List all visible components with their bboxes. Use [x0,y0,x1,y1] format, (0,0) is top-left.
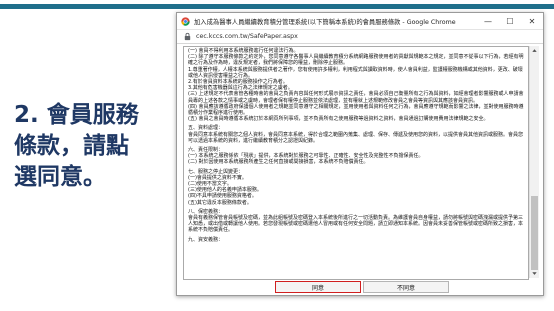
terms-paragraph: 會員有義務保管會員帳號及密碼，並為此組帳號及密碼登入本系統後所進行之一切活動負責… [188,215,524,234]
terms-section-heading: 九、資安義務： [188,236,224,243]
chrome-icon [181,16,190,26]
terms-paragraph: (五)其它違反本服務條款者。 [188,199,252,206]
slide-accent-bar [0,4,554,9]
terms-document[interactable]: (一) 會員不得利用本系統服務進行任何違法行為。 (二) 除了遵守本服務條款之約定… [183,46,529,280]
lock-icon[interactable] [183,32,192,41]
terms-paragraph: (四) 會員應該遵循政府保護個人使用者之規範並同意遵守之相關規定，並用使用者與資… [188,103,524,117]
disagree-button[interactable]: 不同意 [363,281,449,293]
page-content: (一) 會員不得利用本系統服務進行任何違法行為。 (二) 除了遵守本服務條款之約定… [177,44,543,295]
scroll-down-arrow-icon[interactable] [530,269,539,278]
scrollbar-thumb[interactable] [531,196,538,270]
scrollbar[interactable] [529,46,539,278]
terms-paragraph: (二) 對於因使用本系統服務所產生之任何直接或間接損害，本系統不負賠償責任。 [188,159,369,166]
browser-window: 加入成為醫事人員繼續教育積分管理系統(以下簡稱本系統)的會員服務條款 - Goo… [176,12,544,296]
terms-paragraph: 會員同意本系統有關您之個人資料，會員同意本系統，得於合理之範圍內蒐集、處理、保存… [188,131,524,144]
slide-caption: 2. 會員服務 條款，請點 選同意。 [14,102,139,190]
scroll-up-arrow-icon[interactable] [530,46,539,55]
address-bar[interactable]: cec.kccs.com.tw/SafePaper.aspx [177,30,543,44]
minimize-button[interactable]: — [477,13,499,29]
maximize-button[interactable]: ☐ [499,13,521,29]
agree-button[interactable]: 同意 [275,281,361,293]
window-title: 加入成為醫事人員繼續教育積分管理系統(以下簡稱本系統)的會員服務條款 - Goo… [194,18,456,26]
terms-paragraph: (三) 上述規定不代表會管各種時會的會員之負責內容與任何形式展示資訊之責任，會員… [188,91,524,104]
url-text: cec.kccs.com.tw/SafePaper.aspx [196,33,298,40]
terms-paragraph: (二) 除了遵守本服務條款之約定外，您同意遵守各醫事人員繼續教育積分系統網路服務… [188,54,524,67]
title-bar: 加入成為醫事人員繼續教育積分管理系統(以下簡稱本系統)的會員服務條款 - Goo… [177,13,543,30]
terms-paragraph: 1.尊重著作權，人權本系統與服務提供者之著作，您有使用許多權利，利用程式與讀取資… [188,66,523,79]
button-row: 同意 不同意 [177,280,543,295]
terms-text-container: (一) 會員不得利用本系統服務進行任何違法行為。 (二) 除了遵守本服務條款之約定… [184,47,528,244]
close-button[interactable]: ✕ [521,13,543,29]
terms-paragraph: (五) 會員之會員時遵循本系統訂於本網頁所列事項，並不負責所有之使用服務等過資料… [188,116,489,123]
